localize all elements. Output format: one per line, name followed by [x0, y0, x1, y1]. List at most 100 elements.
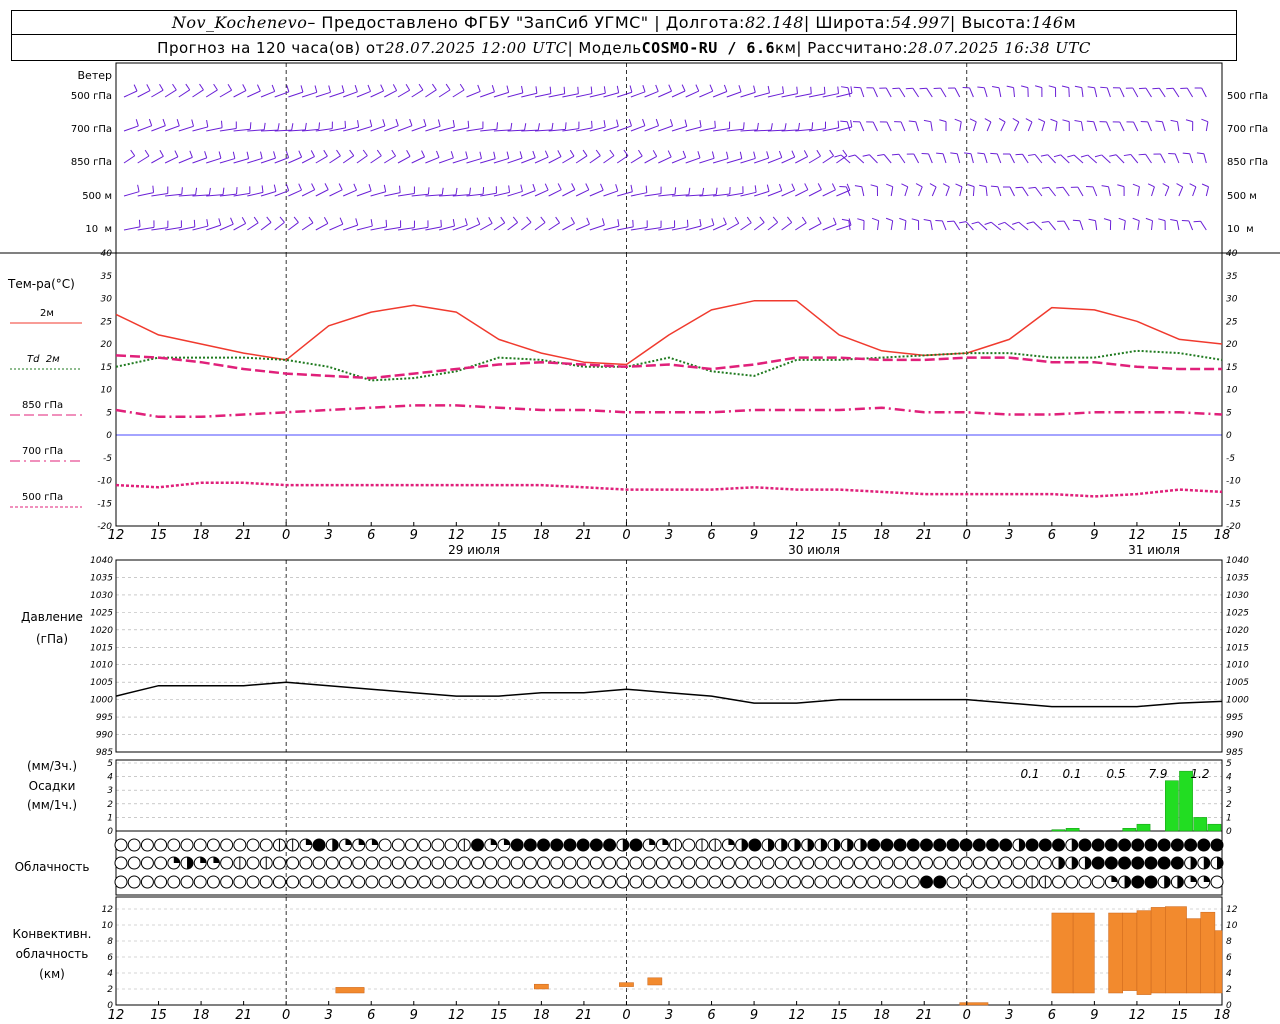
wind-barb-1-61	[954, 118, 962, 132]
press-tick-right-5: 1015	[1226, 643, 1249, 653]
cloud-circle-2-35	[576, 875, 590, 889]
temp-tick-left-4: 20	[101, 340, 113, 350]
precip-bar-10	[1193, 817, 1208, 832]
cloud-mark-0-49	[768, 839, 775, 851]
cloud-circle-2-5	[180, 875, 194, 889]
wind-barb-2-58	[906, 153, 920, 164]
wind-barb-2-65	[1002, 153, 1015, 164]
wind-barb-4-77	[1170, 219, 1180, 231]
cloud-circle-1-74	[1091, 856, 1105, 870]
wind-barb-1-57	[894, 121, 906, 132]
press-tick-left-4: 1020	[90, 626, 113, 636]
temp-tick-left-0: 40	[101, 249, 113, 259]
cloud-circle-0-2	[140, 838, 154, 852]
wind-barb-1-79	[1201, 118, 1209, 132]
cloud-circle-0-3	[154, 838, 168, 852]
wind-barb-0-56	[879, 87, 892, 98]
conv-tick-left-1: 10	[102, 921, 114, 931]
precip-tick-right-5: 0	[1226, 827, 1232, 837]
precip-tick-right-3: 2	[1226, 800, 1232, 810]
wind-barb-2-9	[247, 151, 263, 164]
wind-barb-2-49	[795, 150, 809, 164]
legend-500-label: 500 гПа	[22, 492, 63, 503]
precip-tick-left-4: 1	[107, 813, 113, 823]
cloud-circle-2-53	[814, 875, 828, 889]
temp-tick-right-2: 30	[1226, 295, 1238, 305]
wind-barb-2-67	[1028, 153, 1043, 164]
wind-barb-0-35	[603, 85, 620, 98]
cloud-circle-2-10	[246, 875, 260, 889]
cloud-circle-1-65	[972, 856, 986, 870]
wind-barb-4-57	[899, 217, 907, 231]
press-tick-left-6: 1010	[90, 661, 113, 671]
wind-barb-4-71	[1088, 218, 1098, 231]
cloud-circle-1-15	[312, 856, 326, 870]
cloud-circle-0-1	[127, 838, 141, 852]
wind-barb-1-73	[1112, 121, 1125, 132]
conv-tick-right-3: 6	[1226, 953, 1232, 963]
wind-barb-2-20	[397, 150, 411, 164]
wind-barb-2-76	[1153, 153, 1166, 164]
wind-barb-4-65	[997, 221, 1015, 231]
cloud-circle-1-56	[853, 856, 867, 870]
precip-tick-right-4: 1	[1226, 813, 1232, 823]
cloud-circle-2-83	[1210, 875, 1224, 889]
cloud-circle-1-40	[642, 856, 656, 870]
wind-barb-2-40	[671, 150, 687, 164]
cloud-circle-2-72	[1065, 875, 1079, 889]
cloud-mark-0-68	[1018, 839, 1025, 851]
wind-barb-3-61	[955, 183, 963, 197]
cloud-circle-0-63	[946, 838, 960, 852]
wind-barb-4-9	[247, 216, 259, 231]
wind-barb-1-72	[1099, 121, 1111, 132]
cloud-circle-1-24	[431, 856, 445, 870]
wind-barb-3-28	[507, 184, 523, 197]
conv-bar-14	[1214, 930, 1223, 994]
wind-barb-0-61	[948, 87, 961, 98]
wind-barb-0-68	[1048, 85, 1057, 98]
wind-barb-0-72	[1100, 86, 1111, 98]
wind-barb-2-31	[548, 150, 562, 164]
wind-barb-4-34	[589, 218, 605, 231]
wind-barb-4-79	[1193, 220, 1207, 231]
press-tick-left-8: 1000	[90, 696, 113, 706]
wind-barb-2-12	[288, 150, 303, 164]
wind-barb-0-73	[1112, 87, 1125, 98]
hour-label-top-4: 0	[282, 528, 290, 543]
cloud-mark-1-72	[1071, 857, 1078, 869]
wind-barb-0-21	[411, 83, 424, 98]
temp-tick-right-3: 25	[1226, 317, 1238, 327]
hour-label-top-14: 6	[707, 528, 715, 543]
temp-tick-left-11: -15	[97, 499, 112, 509]
wind-barb-0-26	[480, 85, 495, 98]
wind-barb-3-49	[795, 183, 809, 197]
wind-barb-0-11	[274, 85, 290, 98]
wind-barb-2-29	[521, 150, 536, 164]
cloud-circle-2-64	[959, 875, 973, 889]
wind-barb-4-8	[233, 217, 247, 231]
press-tick-left-11: 985	[96, 748, 113, 758]
wind-barb-0-24	[452, 83, 465, 98]
wind-barb-1-35	[603, 119, 619, 132]
cloud-circle-1-26	[457, 856, 471, 870]
wind-barb-1-23	[438, 119, 455, 132]
precip-tick-left-1: 4	[107, 773, 113, 783]
precip-tick-left-2: 3	[107, 786, 113, 796]
wind-barb-3-70	[1070, 186, 1084, 197]
cloud-circle-1-33	[550, 856, 564, 870]
wind-barb-0-2	[151, 83, 164, 98]
press-tick-left-5: 1015	[90, 643, 113, 653]
cloud-circle-1-47	[735, 856, 749, 870]
hour-label-top-6: 6	[367, 528, 375, 543]
wind-barb-1-0	[123, 119, 139, 132]
cloud-circle-2-48	[748, 875, 762, 889]
cloud-circle-1-70	[1038, 856, 1052, 870]
hour-label-bottom-22: 6	[1048, 1008, 1056, 1023]
wind-barb-3-16	[343, 183, 358, 197]
wind-barb-2-50	[808, 149, 821, 164]
temp-tick-left-10: -10	[97, 477, 112, 487]
hour-label-top-11: 21	[576, 528, 593, 543]
wind-barb-1-9	[247, 122, 266, 132]
cloud-circle-0-33	[550, 838, 564, 852]
press-tick-left-1: 1035	[90, 573, 113, 583]
